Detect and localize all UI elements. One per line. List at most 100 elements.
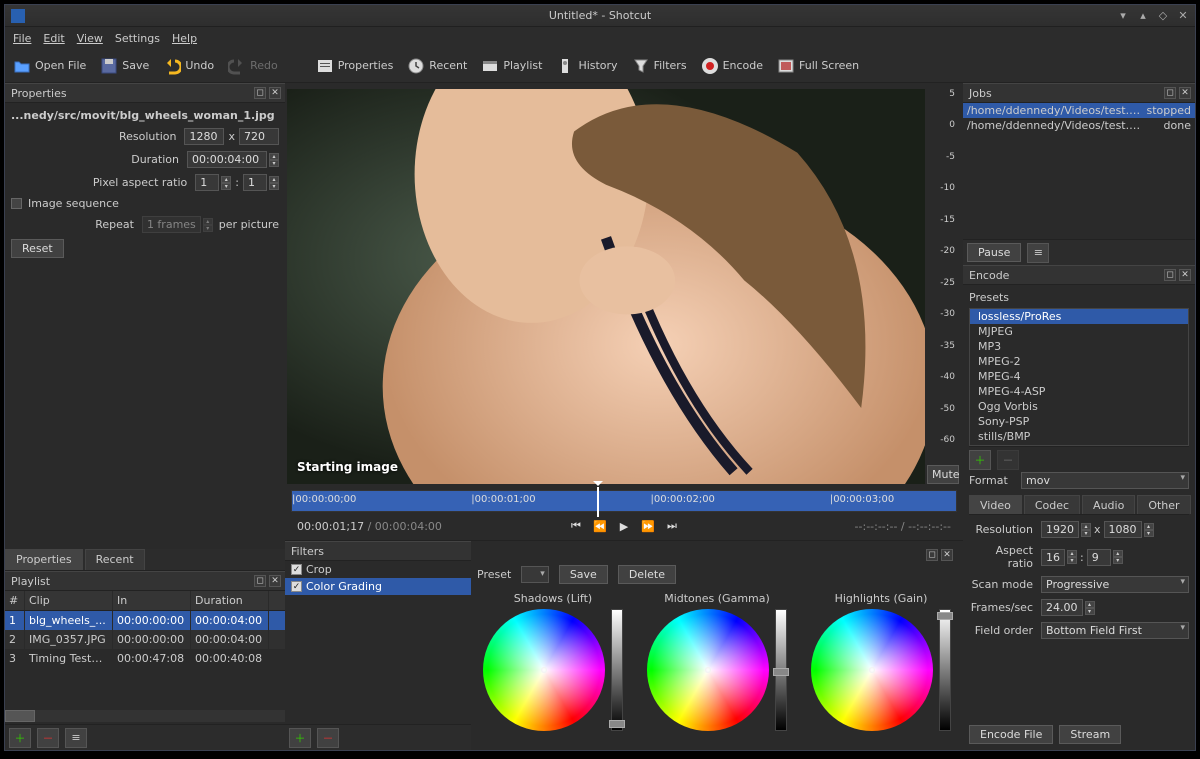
job-row[interactable]: /home/ddennedy/Videos/test.movstopped [963, 103, 1195, 118]
playlist-remove-button[interactable]: － [37, 728, 59, 748]
encode-preset-item[interactable]: Sony-PSP [970, 414, 1188, 429]
filters-button[interactable]: Filters [632, 57, 687, 75]
duration-up-icon[interactable]: ▴ [269, 153, 279, 160]
panel-float-icon[interactable]: ◻ [1164, 269, 1176, 281]
panel-close-icon[interactable]: ✕ [269, 575, 281, 587]
resolution-height-input[interactable]: 720 [239, 128, 279, 145]
enc-width-input[interactable]: 1920 [1041, 521, 1079, 538]
panel-float-icon[interactable]: ◻ [254, 87, 266, 99]
recent-button[interactable]: Recent [407, 57, 467, 75]
field-order-select[interactable]: Bottom Field First [1041, 622, 1189, 639]
filter-remove-button[interactable]: － [317, 728, 339, 748]
enc-aspect-a-input[interactable]: 16 [1041, 549, 1065, 566]
skip-start-icon[interactable]: ⏮ [568, 518, 584, 534]
tab-other[interactable]: Other [1137, 495, 1190, 514]
shadows-color-wheel[interactable] [483, 609, 605, 731]
playlist-menu-button[interactable]: ≡ [65, 728, 87, 748]
skip-end-icon[interactable]: ⏭ [664, 518, 680, 534]
panel-close-icon[interactable]: ✕ [269, 87, 281, 99]
encode-preset-item[interactable]: MJPEG [970, 324, 1188, 339]
maximize-icon[interactable]: ▴ [1137, 10, 1149, 22]
resolution-width-input[interactable]: 1280 [184, 128, 224, 145]
preset-save-button[interactable]: Save [559, 565, 608, 584]
image-sequence-checkbox[interactable] [11, 198, 22, 209]
panel-close-icon[interactable]: ✕ [1179, 269, 1191, 281]
filter-item[interactable]: ✓Color Grading [285, 578, 471, 595]
jobs-pause-button[interactable]: Pause [967, 243, 1021, 262]
fps-input[interactable]: 24.00 [1041, 599, 1083, 616]
panel-float-icon[interactable]: ◻ [1164, 87, 1176, 99]
history-icon [556, 57, 574, 75]
menu-view[interactable]: View [77, 32, 103, 45]
playlist-row[interactable]: 2IMG_0357.JPG00:00:00:0000:00:04:00 [5, 630, 285, 649]
filter-add-button[interactable]: ＋ [289, 728, 311, 748]
playlist-row[interactable]: 1blg_wheels_...00:00:00:0000:00:04:00 [5, 611, 285, 630]
tab-video[interactable]: Video [969, 495, 1022, 514]
rewind-icon[interactable]: ⏪ [592, 518, 608, 534]
playlist-button[interactable]: Playlist [481, 57, 542, 75]
job-row[interactable]: /home/ddennedy/Videos/test.movdone [963, 118, 1195, 133]
video-preview[interactable]: Starting image [287, 89, 925, 484]
reset-button[interactable]: Reset [11, 239, 64, 258]
encode-preset-item[interactable]: MP3 [970, 339, 1188, 354]
highlights-color-wheel[interactable] [811, 609, 933, 731]
encode-preset-item[interactable]: MPEG-2 [970, 354, 1188, 369]
encode-preset-item[interactable]: lossless/ProRes [970, 309, 1188, 324]
fullscreen-button[interactable]: Full Screen [777, 57, 859, 75]
timeline-ruler[interactable]: |00:00:00;00|00:00:01;00|00:00:02;00|00:… [291, 490, 957, 512]
encode-preset-item[interactable]: Ogg Vorbis [970, 399, 1188, 414]
par-b-input[interactable]: 1 [243, 174, 267, 191]
encode-button[interactable]: Encode [701, 57, 763, 75]
forward-icon[interactable]: ⏩ [640, 518, 656, 534]
encode-preset-item[interactable]: MPEG-4 [970, 369, 1188, 384]
tab-audio[interactable]: Audio [1082, 495, 1135, 514]
encode-preset-item[interactable]: MPEG-4-ASP [970, 384, 1188, 399]
preset-delete-button[interactable]: Delete [618, 565, 676, 584]
playlist-add-button[interactable]: ＋ [9, 728, 31, 748]
encode-preset-item[interactable]: stills/BMP [970, 429, 1188, 444]
tab-codec[interactable]: Codec [1024, 495, 1080, 514]
scan-mode-select[interactable]: Progressive [1041, 576, 1189, 593]
save-button[interactable]: Save [100, 57, 149, 75]
panel-close-icon[interactable]: ✕ [1179, 87, 1191, 99]
filter-checkbox[interactable]: ✓ [291, 581, 302, 592]
enc-aspect-b-input[interactable]: 9 [1087, 549, 1111, 566]
enc-height-input[interactable]: 1080 [1104, 521, 1142, 538]
encode-presets-list[interactable]: lossless/ProResMJPEGMP3MPEG-2MPEG-4MPEG-… [969, 308, 1189, 446]
restore-icon[interactable]: ◇ [1157, 10, 1169, 22]
shadows-level-slider[interactable] [611, 609, 623, 731]
encode-file-button[interactable]: Encode File [969, 725, 1053, 744]
midtones-color-wheel[interactable] [647, 609, 769, 731]
format-select[interactable]: mov [1021, 472, 1189, 489]
properties-button[interactable]: Properties [316, 57, 394, 75]
open-file-button[interactable]: Open File [13, 57, 86, 75]
tab-properties[interactable]: Properties [5, 549, 83, 570]
preset-add-button[interactable]: ＋ [969, 450, 991, 470]
panel-float-icon[interactable]: ◻ [926, 549, 938, 561]
duration-input[interactable]: 00:00:04:00 [187, 151, 267, 168]
filter-checkbox[interactable]: ✓ [291, 564, 302, 575]
menu-settings[interactable]: Settings [115, 32, 160, 45]
panel-float-icon[interactable]: ◻ [254, 575, 266, 587]
close-icon[interactable]: ✕ [1177, 10, 1189, 22]
preset-select[interactable] [521, 566, 549, 583]
menu-help[interactable]: Help [172, 32, 197, 45]
playlist-scrollbar[interactable] [5, 710, 285, 722]
playlist-row[interactable]: 3Timing Testsl...00:00:47:0800:00:40:08 [5, 649, 285, 668]
menu-file[interactable]: File [13, 32, 31, 45]
highlights-level-slider[interactable] [939, 609, 951, 731]
undo-button[interactable]: Undo [163, 57, 214, 75]
duration-down-icon[interactable]: ▾ [269, 160, 279, 167]
par-a-input[interactable]: 1 [195, 174, 219, 191]
panel-close-icon[interactable]: ✕ [941, 549, 953, 561]
stream-button[interactable]: Stream [1059, 725, 1121, 744]
minimize-icon[interactable]: ▾ [1117, 10, 1129, 22]
filter-item[interactable]: ✓Crop [285, 561, 471, 578]
menu-edit[interactable]: Edit [43, 32, 64, 45]
midtones-level-slider[interactable] [775, 609, 787, 731]
play-icon[interactable]: ▶ [616, 518, 632, 534]
tab-recent[interactable]: Recent [85, 549, 145, 570]
mute-button[interactable]: Mute [927, 465, 959, 484]
history-button[interactable]: History [556, 57, 617, 75]
jobs-menu-button[interactable]: ≡ [1027, 243, 1049, 263]
